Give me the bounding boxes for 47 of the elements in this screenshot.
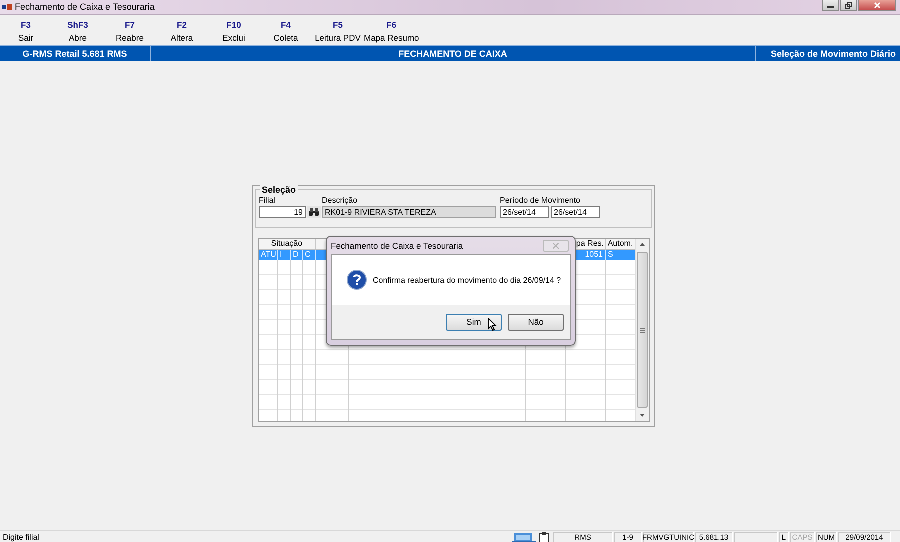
status-message: Digite filial xyxy=(2,532,40,542)
table-cell: C xyxy=(303,250,316,260)
toolbar-button[interactable]: F7 Reabre xyxy=(104,15,156,45)
screen-title: Seleção de Movimento Diário xyxy=(770,48,897,61)
field-label: Filial xyxy=(259,196,276,205)
scroll-thumb[interactable] xyxy=(637,252,648,408)
toolbar-button[interactable]: F2 Altera xyxy=(156,15,208,45)
table-cell: D xyxy=(291,250,303,260)
toolbar-button[interactable]: F4 Coleta xyxy=(260,15,312,45)
scroll-down-icon[interactable] xyxy=(640,414,645,417)
grip-icon xyxy=(640,328,645,332)
field-label: Descrição xyxy=(322,196,359,205)
toolbar-button[interactable]: F5 Leitura PDV xyxy=(312,15,364,45)
toolbar-button[interactable]: F3 Sair xyxy=(0,15,52,45)
group-title: Seleção xyxy=(260,185,298,195)
description-field: RK01-9 RIVIERA STA TEREZA xyxy=(322,206,496,218)
close-icon xyxy=(874,2,880,8)
filial-field[interactable]: 19 xyxy=(259,206,306,218)
computer-icon xyxy=(512,532,536,542)
table-cell: ATU xyxy=(259,250,278,260)
minimize-button[interactable] xyxy=(822,0,839,11)
close-button[interactable] xyxy=(858,0,896,11)
binoculars-icon[interactable] xyxy=(307,206,321,218)
dialog-title: Fechamento de Caixa e Tesouraria xyxy=(331,240,464,250)
module-title: FECHAMENTO DE CAIXA xyxy=(151,46,756,61)
product-label: G-RMS Retail 5.681 RMS xyxy=(0,46,151,61)
window-title: Fechamento de Caixa e Tesouraria xyxy=(15,2,156,12)
close-icon xyxy=(553,242,559,248)
toolbar-button[interactable]: F6 Mapa Resumo xyxy=(364,15,420,45)
restore-button[interactable] xyxy=(840,0,857,11)
dialog-button[interactable]: Sim xyxy=(446,314,502,330)
cursor-icon xyxy=(488,318,497,330)
column-header: Situação xyxy=(259,239,316,249)
dialog-message: Confirma reabertura do movimento do dia 26/09/14 ? xyxy=(373,276,562,284)
toolbar-button[interactable]: ShF3 Abre xyxy=(52,15,104,45)
dialog-button[interactable]: Não xyxy=(508,314,564,330)
scrollbar[interactable] xyxy=(635,239,649,421)
app-icon xyxy=(2,3,12,11)
date-field[interactable]: 26/set/14 xyxy=(500,206,549,218)
field-label: Período de Movimento xyxy=(500,196,582,205)
question-icon xyxy=(347,270,367,290)
date-field[interactable]: 26/set/14 xyxy=(551,206,600,218)
restore-icon xyxy=(845,2,852,8)
toolbar-button[interactable]: F10 Exclui xyxy=(208,15,260,45)
clipboard-icon xyxy=(538,532,550,542)
table-cell: I xyxy=(278,250,291,260)
scroll-up-icon[interactable] xyxy=(640,243,645,246)
